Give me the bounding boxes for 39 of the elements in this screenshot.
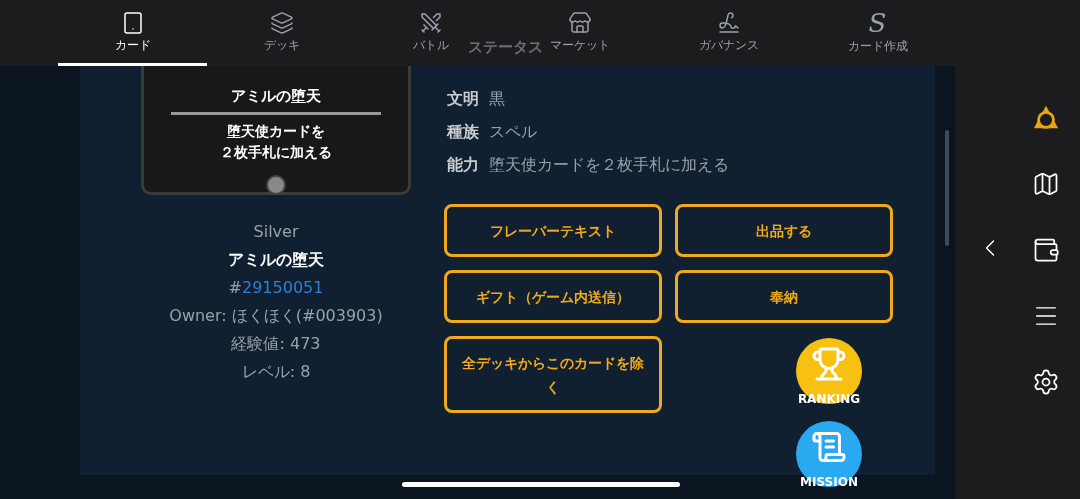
status-value: スペル: [489, 121, 537, 143]
rarity-text: Silver: [253, 221, 299, 243]
owner-text: Owner: ほくほく(#003903): [169, 305, 383, 327]
action-button[interactable]: ギフト（ゲーム内送信）: [444, 270, 662, 323]
nav-tab[interactable]: ガバナンス: [695, 0, 762, 66]
pen-icon: [716, 11, 741, 35]
status-value: 堕天使カードを２枚手札に加える: [489, 154, 729, 176]
nav-tab[interactable]: マーケット: [546, 0, 613, 66]
scrollbar[interactable]: [945, 130, 949, 246]
crossed-swords-icon: [418, 11, 443, 35]
status-value: 黒: [489, 88, 505, 110]
card-name: アミルの堕天: [228, 249, 324, 271]
letter-s-icon: S: [868, 10, 887, 36]
scroll-icon: [811, 429, 847, 465]
section-title: ステータス: [468, 37, 543, 58]
card-effect-text: ２枚手札に加える: [220, 143, 332, 162]
card-id-link[interactable]: 29150051: [242, 274, 324, 302]
exp-text: 経験値: 473: [231, 333, 321, 355]
action-button[interactable]: 奉納: [675, 270, 893, 323]
hash-text: #: [228, 277, 242, 299]
nav-tab[interactable]: デッキ: [248, 0, 315, 66]
wallet-icon[interactable]: [1032, 236, 1060, 264]
card-effect-text: 堕天使カードを: [227, 122, 325, 141]
store-icon: [567, 11, 592, 35]
trophy-icon: [811, 346, 847, 382]
card-stack-icon: [269, 11, 294, 35]
action-button[interactable]: フレーバーテキスト: [444, 204, 662, 257]
settings-icon[interactable]: [1032, 368, 1060, 396]
action-button[interactable]: 全デッキからこのカードを除く: [444, 336, 662, 413]
nav-tab[interactable]: S カード作成: [844, 0, 911, 66]
map-icon[interactable]: [1032, 170, 1060, 198]
status-label: 能力: [447, 154, 479, 176]
action-button[interactable]: 出品する: [675, 204, 893, 257]
card-title: アミルの堕天: [231, 86, 321, 106]
logo-icon[interactable]: [1032, 104, 1060, 132]
level-text: レベル: 8: [241, 361, 311, 383]
status-label: 文明: [447, 88, 479, 110]
nav-tab[interactable]: バトル: [397, 0, 464, 66]
status-label: 種族: [447, 121, 479, 143]
